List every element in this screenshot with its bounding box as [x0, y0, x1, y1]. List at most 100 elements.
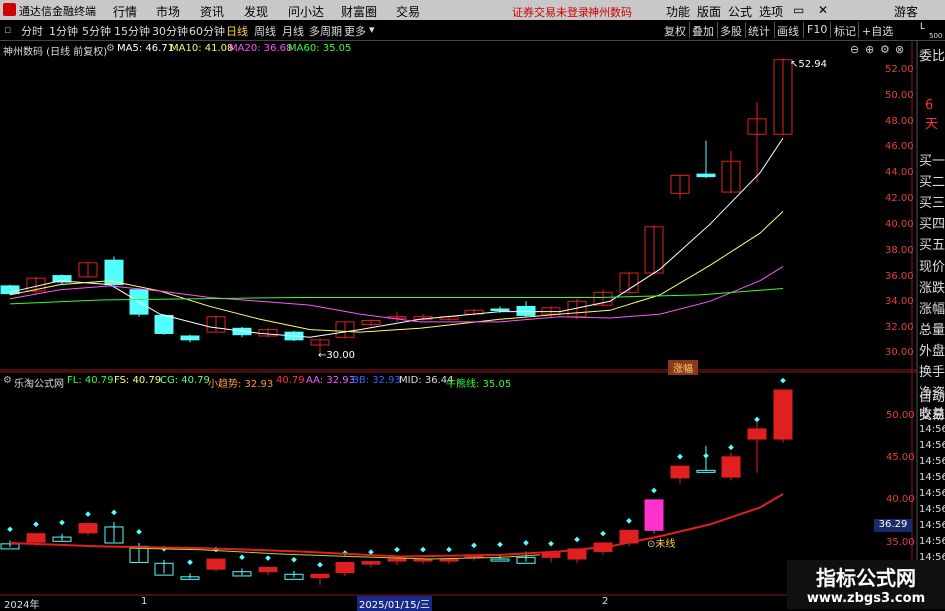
period-tab[interactable]: 多周期: [309, 23, 342, 39]
signal-dot: [394, 546, 400, 553]
sub-candle: [129, 529, 149, 563]
sub-body: [721, 456, 741, 478]
tick-time: 14:56: [919, 552, 945, 563]
sub-candle: [644, 487, 664, 534]
settings-gear-icon[interactable]: ⚙: [106, 43, 115, 54]
sub-candle: [258, 555, 278, 576]
toolbar-button[interactable]: +自选: [862, 23, 893, 39]
menu-item[interactable]: 财富圈: [341, 3, 377, 20]
high-price-label: ↖52.94: [790, 59, 828, 70]
sub-candle: [696, 445, 716, 473]
sub-candle: [490, 541, 510, 562]
period-tab-more[interactable]: 更多: [344, 23, 366, 39]
signal-dot: [703, 452, 709, 459]
candle-body: [490, 308, 510, 312]
sub-axis-tick: 35.00: [886, 537, 915, 548]
sub-candle: [310, 561, 330, 586]
fs-value: FS: 40.79: [114, 375, 162, 386]
sub-body: [644, 499, 664, 531]
period-tab[interactable]: 30分钟: [152, 23, 188, 39]
window-icon[interactable]: ▭: [793, 3, 804, 17]
minus-icon[interactable]: ⊖: [850, 43, 859, 56]
main-candle: [721, 150, 741, 194]
ma5-value: MA5: 46.71: [117, 43, 175, 54]
signal-dot: [497, 541, 503, 548]
price-axis-tick: 40.00: [885, 219, 914, 230]
quote-item: 6天: [925, 98, 939, 132]
login-notice[interactable]: 证券交易未登录: [512, 4, 589, 20]
candle-body: [0, 285, 20, 295]
sub-candle: [232, 554, 252, 577]
menu-item[interactable]: 问小达: [288, 3, 324, 20]
toolbar-button[interactable]: 复权: [664, 23, 686, 39]
user-label[interactable]: 游客: [894, 3, 918, 20]
period-tab[interactable]: 周线: [254, 23, 276, 39]
signal-dot: [239, 554, 245, 561]
sub-body: [773, 389, 793, 440]
main-candle: [180, 334, 200, 343]
menu-item[interactable]: 行情: [113, 3, 137, 20]
auto-trade-label[interactable]: 交易: [919, 404, 945, 423]
quote-item: 总量: [919, 323, 945, 338]
sub-candle: [670, 453, 690, 484]
menu-item[interactable]: 市场: [156, 3, 180, 20]
candle-body: [516, 305, 536, 316]
main-candle: [670, 174, 690, 199]
period-tab[interactable]: 5分钟: [82, 23, 111, 39]
gear-icon[interactable]: ⚙: [880, 43, 890, 56]
fl-value: FL: 40.79: [67, 375, 114, 386]
menu-item[interactable]: 选项: [759, 3, 783, 20]
toolbar-button[interactable]: 标记: [834, 23, 856, 39]
main-candle: [516, 301, 536, 317]
toolbar-button[interactable]: 画线: [777, 23, 799, 39]
price-axis-tick: 44.00: [885, 167, 914, 178]
price-axis-tick: 30.00: [885, 347, 914, 358]
tick-time: 14:56: [919, 504, 945, 515]
sub-settings-icon[interactable]: ⚙: [3, 375, 12, 386]
main-candle: [52, 274, 72, 285]
period-tab[interactable]: 分时: [21, 23, 43, 39]
signal-dot: [677, 453, 683, 460]
menu-item[interactable]: 功能: [666, 3, 690, 20]
signal-dot: [548, 540, 554, 547]
sub-candle: [593, 530, 613, 555]
toolbar-button[interactable]: 统计: [748, 23, 770, 39]
period-tab[interactable]: 60分钟: [189, 23, 225, 39]
sub-body: [310, 573, 330, 579]
period-tab[interactable]: 1分钟: [49, 23, 78, 39]
sub-candle: [78, 511, 98, 536]
period-tab[interactable]: 15分钟: [114, 23, 150, 39]
toolbar-button[interactable]: F10: [807, 23, 827, 36]
close-pane-icon[interactable]: ⊗: [895, 43, 904, 56]
sub-candles: [0, 377, 793, 586]
toolbar-button[interactable]: 叠加: [692, 23, 714, 39]
menu-item[interactable]: 公式: [728, 3, 752, 20]
main-candle: [619, 271, 639, 294]
stock-label[interactable]: 神州数码 (日线 前复权): [3, 43, 107, 58]
formula-label[interactable]: 乐淘公式网: [14, 375, 64, 390]
stock-title: 神州数码: [588, 6, 632, 19]
menu-item[interactable]: 交易: [396, 3, 420, 20]
kline-chart[interactable]: [0, 40, 945, 609]
period-tab[interactable]: 月线: [282, 23, 304, 39]
gain-badge[interactable]: 涨幅: [668, 360, 698, 375]
bull-bear-value: 牛熊线: 35.05: [446, 379, 512, 390]
candle-body: [180, 335, 200, 341]
toolbar-toggle-icon[interactable]: ▫: [4, 23, 11, 36]
toolbar-button[interactable]: 多股: [720, 23, 742, 39]
menu-item[interactable]: 发现: [244, 3, 268, 20]
plus-icon[interactable]: ⊕: [865, 43, 874, 56]
sub-body: [206, 558, 226, 570]
signal-dot: [7, 526, 13, 533]
close-icon[interactable]: ✕: [818, 3, 828, 17]
period-tab-selected[interactable]: 日线: [226, 23, 248, 39]
more-chevron-icon[interactable]: ▾: [369, 23, 375, 36]
price-axis-tick: 52.00: [885, 64, 914, 75]
signal-dot: [420, 546, 426, 553]
signal-dot: [265, 555, 271, 561]
price-axis-tick: 36.00: [885, 271, 914, 282]
menu-item[interactable]: 版面: [697, 3, 721, 20]
auto-trade-label[interactable]: 自动: [919, 386, 945, 405]
menu-item[interactable]: 资讯: [200, 3, 224, 20]
sub-axis-tick: 50.00: [886, 410, 915, 421]
